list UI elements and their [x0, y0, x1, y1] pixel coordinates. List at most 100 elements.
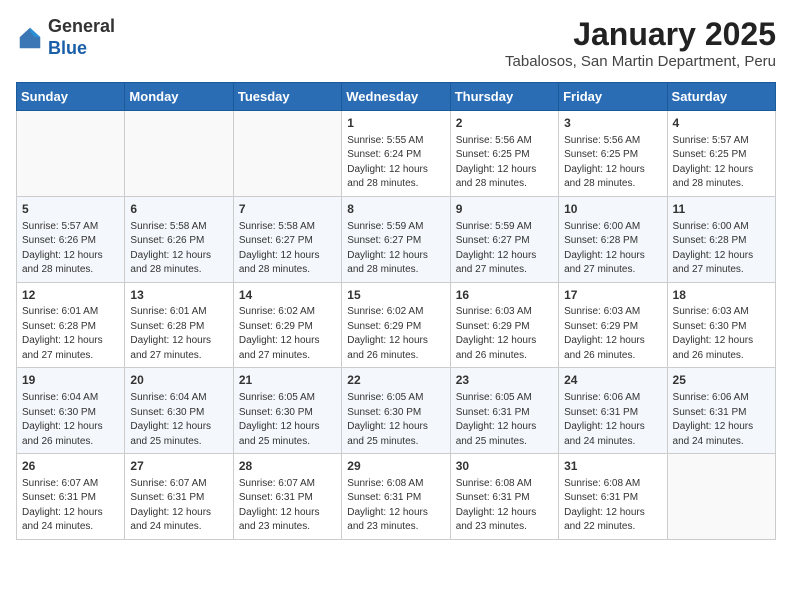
- day-number: 5: [22, 201, 119, 218]
- header-sunday: Sunday: [17, 83, 125, 111]
- day-info: Sunrise: 6:02 AM Sunset: 6:29 PM Dayligh…: [347, 305, 444, 363]
- day-number: 20: [130, 372, 227, 389]
- table-row: 12Sunrise: 6:01 AM Sunset: 6:28 PM Dayli…: [17, 282, 125, 368]
- location-subtitle: Tabalosos, San Martin Department, Peru: [505, 53, 776, 70]
- table-row: 26 Sunrise: 6:07 AM Sunset: 6:31 PM Dayli…: [17, 454, 125, 540]
- day-number: 22: [347, 372, 444, 389]
- table-row: 17Sunrise: 6:03 AM Sunset: 6:29 PM Dayli…: [559, 282, 667, 368]
- day-number: 19: [22, 372, 119, 389]
- table-row: 25Sunrise: 6:06 AM Sunset: 6:31 PM Dayli…: [667, 368, 775, 454]
- table-row: 23 Sunrise: 6:05 AM Sunset: 6:31 PM Dayli…: [450, 368, 558, 454]
- table-row: 15Sunrise: 6:02 AM Sunset: 6:29 PM Dayli…: [342, 282, 450, 368]
- weekday-header-row: Sunday Monday Tuesday Wednesday Thursday…: [17, 83, 776, 111]
- day-number: 10: [564, 201, 661, 218]
- day-number: 7: [239, 201, 336, 218]
- day-number: 8: [347, 201, 444, 218]
- day-number: 30: [456, 458, 553, 475]
- day-number: 23: [456, 372, 553, 389]
- day-number: 17: [564, 287, 661, 304]
- day-info: Sunrise: 6:03 AM Sunset: 6:29 PM Dayligh…: [564, 305, 661, 363]
- table-row: 5 Sunrise: 5:57 AM Sunset: 6:26 PM Daylig…: [17, 196, 125, 282]
- table-row: [233, 111, 341, 197]
- day-info: Sunrise: 5:58 AM Sunset: 6:27 PM Dayligh…: [239, 220, 336, 278]
- table-row: 30Sunrise: 6:08 AM Sunset: 6:31 PM Dayli…: [450, 454, 558, 540]
- day-number: 24: [564, 372, 661, 389]
- page-header: General Blue January 2025 Tabalosos, San…: [16, 16, 776, 70]
- logo-blue: Blue: [48, 38, 87, 58]
- table-row: [667, 454, 775, 540]
- day-info: Sunrise: 6:05 AM Sunset: 6:31 PM Dayligh…: [456, 391, 553, 449]
- day-info: Sunrise: 6:05 AM Sunset: 6:30 PM Dayligh…: [347, 391, 444, 449]
- day-number: 25: [673, 372, 770, 389]
- day-number: 9: [456, 201, 553, 218]
- day-info: Sunrise: 6:00 AM Sunset: 6:28 PM Dayligh…: [673, 220, 770, 278]
- table-row: 4 Sunrise: 5:57 AM Sunset: 6:25 PM Daylig…: [667, 111, 775, 197]
- day-info: Sunrise: 5:56 AM Sunset: 6:25 PM Dayligh…: [564, 134, 661, 192]
- day-info: Sunrise: 5:56 AM Sunset: 6:25 PM Dayligh…: [456, 134, 553, 192]
- month-title: January 2025: [505, 16, 776, 53]
- day-number: 21: [239, 372, 336, 389]
- day-info: Sunrise: 6:07 AM Sunset: 6:31 PM Dayligh…: [239, 477, 336, 535]
- title-block: January 2025 Tabalosos, San Martin Depar…: [505, 16, 776, 70]
- day-number: 15: [347, 287, 444, 304]
- table-row: 18Sunrise: 6:03 AM Sunset: 6:30 PM Dayli…: [667, 282, 775, 368]
- day-number: 16: [456, 287, 553, 304]
- table-row: 16Sunrise: 6:03 AM Sunset: 6:29 PM Dayli…: [450, 282, 558, 368]
- header-wednesday: Wednesday: [342, 83, 450, 111]
- day-info: Sunrise: 5:57 AM Sunset: 6:25 PM Dayligh…: [673, 134, 770, 192]
- day-number: 31: [564, 458, 661, 475]
- day-info: Sunrise: 5:59 AM Sunset: 6:27 PM Dayligh…: [347, 220, 444, 278]
- day-number: 3: [564, 115, 661, 132]
- day-number: 14: [239, 287, 336, 304]
- table-row: 9Sunrise: 5:59 AM Sunset: 6:27 PM Daylig…: [450, 196, 558, 282]
- day-number: 27: [130, 458, 227, 475]
- day-info: Sunrise: 6:03 AM Sunset: 6:29 PM Dayligh…: [456, 305, 553, 363]
- table-row: 27Sunrise: 6:07 AM Sunset: 6:31 PM Dayli…: [125, 454, 233, 540]
- day-number: 13: [130, 287, 227, 304]
- logo-icon: [16, 24, 44, 52]
- day-number: 1: [347, 115, 444, 132]
- table-row: 21Sunrise: 6:05 AM Sunset: 6:30 PM Dayli…: [233, 368, 341, 454]
- calendar-week-row: 5 Sunrise: 5:57 AM Sunset: 6:26 PM Daylig…: [17, 196, 776, 282]
- calendar-week-row: 26 Sunrise: 6:07 AM Sunset: 6:31 PM Dayli…: [17, 454, 776, 540]
- day-info: Sunrise: 6:00 AM Sunset: 6:28 PM Dayligh…: [564, 220, 661, 278]
- day-number: 12: [22, 287, 119, 304]
- table-row: [17, 111, 125, 197]
- day-info: Sunrise: 6:08 AM Sunset: 6:31 PM Dayligh…: [564, 477, 661, 535]
- table-row: 11 Sunrise: 6:00 AM Sunset: 6:28 PM Dayli…: [667, 196, 775, 282]
- table-row: 2Sunrise: 5:56 AM Sunset: 6:25 PM Daylig…: [450, 111, 558, 197]
- table-row: 10 Sunrise: 6:00 AM Sunset: 6:28 PM Dayli…: [559, 196, 667, 282]
- day-info: Sunrise: 6:08 AM Sunset: 6:31 PM Dayligh…: [347, 477, 444, 535]
- logo: General Blue: [16, 16, 115, 59]
- table-row: 20Sunrise: 6:04 AM Sunset: 6:30 PM Dayli…: [125, 368, 233, 454]
- header-monday: Monday: [125, 83, 233, 111]
- header-tuesday: Tuesday: [233, 83, 341, 111]
- day-info: Sunrise: 6:02 AM Sunset: 6:29 PM Dayligh…: [239, 305, 336, 363]
- table-row: 28Sunrise: 6:07 AM Sunset: 6:31 PM Dayli…: [233, 454, 341, 540]
- logo-general: General: [48, 16, 115, 36]
- table-row: 6 Sunrise: 5:58 AM Sunset: 6:26 PM Daylig…: [125, 196, 233, 282]
- calendar-week-row: 1Sunrise: 5:55 AM Sunset: 6:24 PM Daylig…: [17, 111, 776, 197]
- day-number: 11: [673, 201, 770, 218]
- day-info: Sunrise: 6:01 AM Sunset: 6:28 PM Dayligh…: [130, 305, 227, 363]
- table-row: 8 Sunrise: 5:59 AM Sunset: 6:27 PM Daylig…: [342, 196, 450, 282]
- day-info: Sunrise: 6:01 AM Sunset: 6:28 PM Dayligh…: [22, 305, 119, 363]
- day-info: Sunrise: 5:58 AM Sunset: 6:26 PM Dayligh…: [130, 220, 227, 278]
- table-row: 14Sunrise: 6:02 AM Sunset: 6:29 PM Dayli…: [233, 282, 341, 368]
- day-info: Sunrise: 5:57 AM Sunset: 6:26 PM Dayligh…: [22, 220, 119, 278]
- day-number: 4: [673, 115, 770, 132]
- table-row: 19 Sunrise: 6:04 AM Sunset: 6:30 PM Dayli…: [17, 368, 125, 454]
- header-saturday: Saturday: [667, 83, 775, 111]
- table-row: 13Sunrise: 6:01 AM Sunset: 6:28 PM Dayli…: [125, 282, 233, 368]
- calendar-week-row: 19 Sunrise: 6:04 AM Sunset: 6:30 PM Dayli…: [17, 368, 776, 454]
- day-number: 26: [22, 458, 119, 475]
- day-info: Sunrise: 6:03 AM Sunset: 6:30 PM Dayligh…: [673, 305, 770, 363]
- table-row: [125, 111, 233, 197]
- day-info: Sunrise: 6:04 AM Sunset: 6:30 PM Dayligh…: [22, 391, 119, 449]
- day-info: Sunrise: 6:07 AM Sunset: 6:31 PM Dayligh…: [22, 477, 119, 535]
- table-row: 31 Sunrise: 6:08 AM Sunset: 6:31 PM Dayli…: [559, 454, 667, 540]
- table-row: 3 Sunrise: 5:56 AM Sunset: 6:25 PM Daylig…: [559, 111, 667, 197]
- header-thursday: Thursday: [450, 83, 558, 111]
- day-number: 6: [130, 201, 227, 218]
- table-row: 7 Sunrise: 5:58 AM Sunset: 6:27 PM Daylig…: [233, 196, 341, 282]
